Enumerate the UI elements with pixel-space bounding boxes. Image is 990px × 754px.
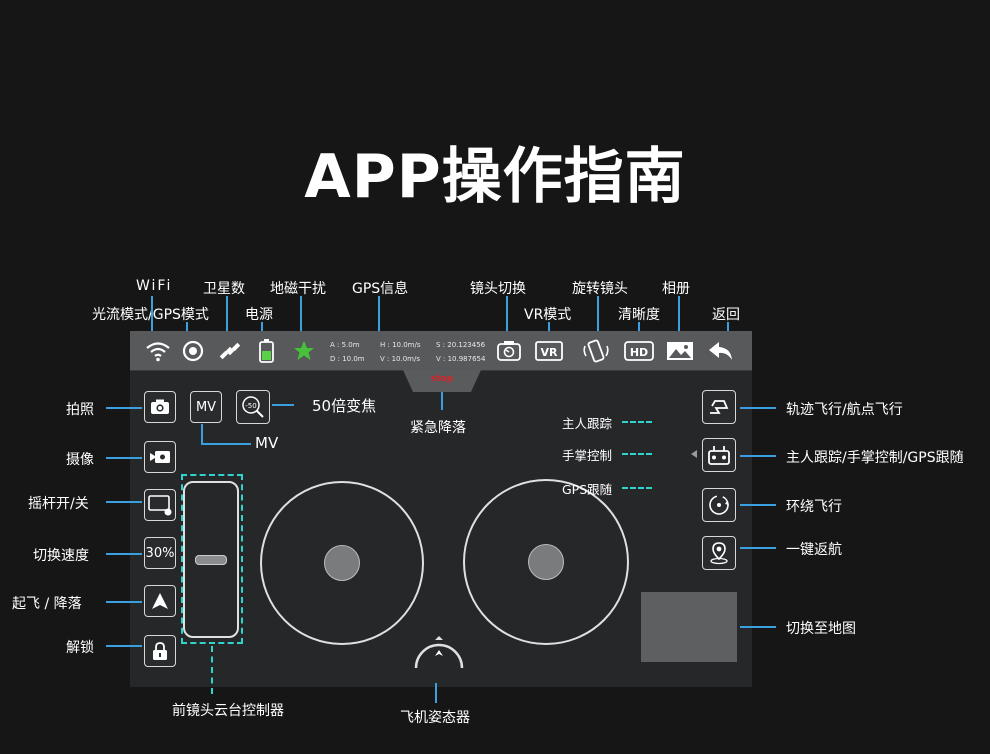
hd-icon[interactable]: HD (624, 341, 654, 361)
sensor-distance: D : 10.0m (330, 355, 365, 363)
label-zoom: 50倍变焦 (312, 397, 377, 415)
label-gimbal: 前镜头云台控制器 (172, 703, 284, 719)
label-trajectory: 轨迹飞行/航点飞行 (786, 402, 903, 418)
zoom-button[interactable]: -50 (236, 390, 270, 424)
lens-switch-icon[interactable] (496, 340, 522, 362)
joystick-toggle-button[interactable] (144, 489, 176, 521)
label-lens-switch: 镜头切换 (470, 281, 526, 297)
left-joystick-knob[interactable] (324, 545, 360, 581)
joystick-toggle-icon (148, 495, 172, 516)
label-joystick: 摇杆开/关 (28, 496, 89, 512)
video-camera-icon (150, 451, 170, 463)
unlock-button[interactable] (144, 635, 176, 667)
lock-icon (153, 642, 167, 660)
svg-text:HD: HD (630, 346, 648, 359)
right-joystick-knob[interactable] (528, 544, 564, 580)
photo-button[interactable] (144, 391, 176, 423)
sensor-h-speed: H : 10.0m/s (380, 341, 421, 349)
mv-button[interactable]: MV (190, 391, 222, 423)
stop-label: stop (430, 374, 454, 384)
label-back: 返回 (712, 307, 740, 323)
gimbal-slider-handle[interactable] (195, 555, 227, 565)
label-follow: 主人跟踪/手掌控制/GPS跟随 (786, 450, 964, 466)
back-icon[interactable] (707, 340, 735, 362)
label-power: 电源 (245, 307, 273, 323)
label-orbit: 环绕飞行 (786, 499, 842, 515)
battery-icon (259, 339, 274, 363)
label-unlock: 解锁 (66, 640, 94, 656)
follow-gps-label: GPS跟随 (562, 482, 613, 497)
label-attitude: 飞机姿态器 (400, 710, 470, 726)
svg-text:VR: VR (541, 346, 559, 359)
magnifier-icon: -50 (242, 396, 264, 418)
label-wifi: WiFi (136, 278, 173, 294)
zoom-value: -50 (245, 402, 256, 410)
map-toggle-thumbnail[interactable] (641, 592, 737, 662)
rotate-lens-icon[interactable] (582, 338, 610, 364)
label-rotate-lens: 旋转镜头 (572, 281, 628, 297)
sensor-v-speed: V : 10.0m/s (380, 355, 421, 363)
sensor-latitude: V : 10.987654 (436, 355, 486, 363)
takeoff-arrow-icon (152, 593, 168, 609)
remote-controller-icon (708, 446, 730, 465)
label-gps-info: GPS信息 (352, 281, 409, 297)
follow-menu-caret (691, 450, 697, 458)
follow-palm-label: 手掌控制 (562, 448, 613, 463)
optical-flow-icon[interactable] (182, 340, 204, 362)
sensor-altitude: A : 5.0m (330, 341, 360, 349)
label-vr: VR模式 (524, 307, 572, 323)
label-photo: 拍照 (66, 402, 94, 418)
home-pin-icon (710, 542, 728, 565)
album-icon[interactable] (666, 341, 694, 361)
label-album: 相册 (662, 281, 690, 297)
trajectory-button[interactable] (702, 390, 736, 424)
follow-owner-label: 主人跟踪 (562, 416, 613, 431)
vr-icon[interactable]: VR (535, 341, 563, 361)
label-takeoff: 起飞 / 降落 (12, 596, 82, 612)
satellite-icon (219, 342, 241, 360)
attitude-indicator (414, 636, 464, 669)
label-resolution: 清晰度 (618, 307, 660, 323)
label-rth: 一键返航 (786, 542, 842, 558)
label-mv: MV (255, 434, 279, 452)
sensor-longitude: S : 20.123456 (436, 341, 486, 349)
takeoff-land-button[interactable] (144, 585, 176, 617)
follow-mode-button[interactable] (702, 438, 736, 472)
wifi-icon (146, 342, 170, 362)
speed-button[interactable]: 30% (144, 537, 176, 569)
label-emergency: 紧急降落 (410, 420, 466, 436)
orbit-icon (709, 495, 729, 515)
video-button[interactable] (144, 441, 176, 473)
trajectory-icon (710, 400, 729, 414)
label-map: 切换至地图 (786, 621, 856, 637)
page-title: APP操作指南 (304, 142, 686, 212)
compass-icon (294, 341, 314, 360)
label-video: 摄像 (66, 452, 94, 468)
return-home-button[interactable] (702, 536, 736, 570)
label-satellites: 卫星数 (203, 281, 245, 297)
label-speed: 切换速度 (33, 548, 89, 564)
label-compass: 地磁干扰 (270, 281, 326, 297)
orbit-button[interactable] (702, 488, 736, 522)
camera-icon (151, 399, 169, 414)
